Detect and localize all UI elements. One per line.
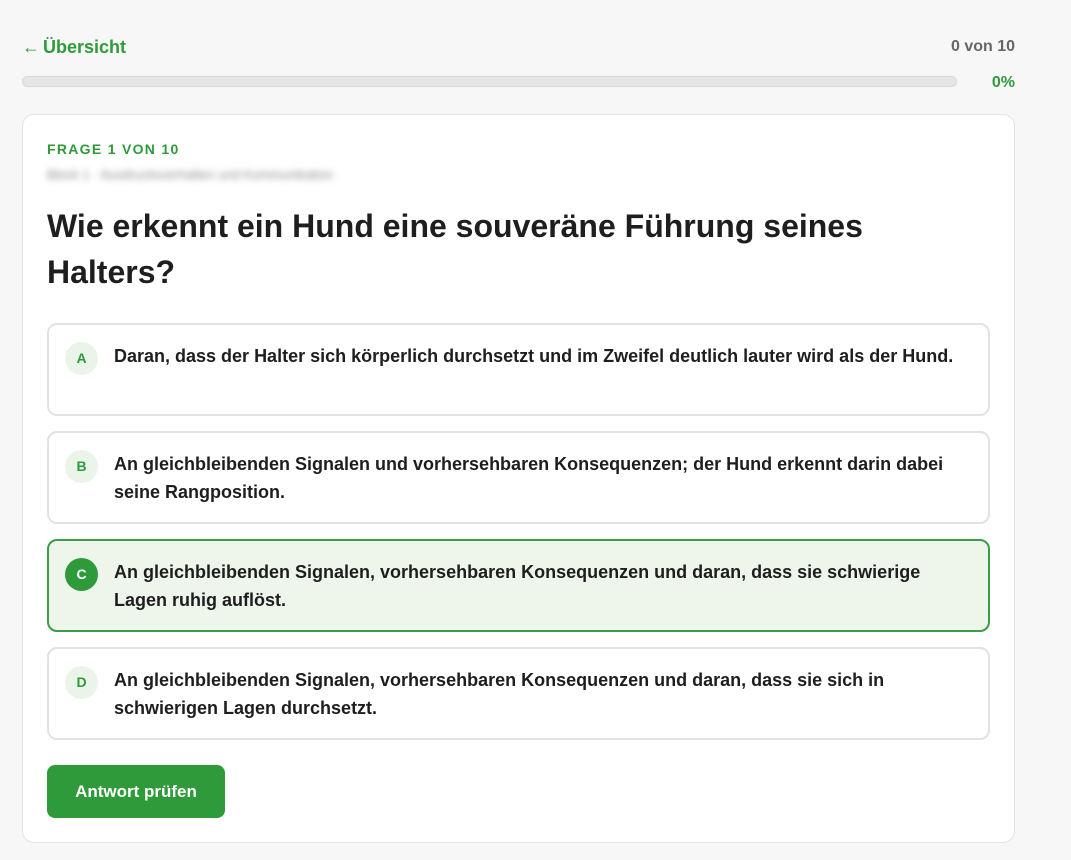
question-category: Block 1 · Ausdrucksverhalten und Kommuni…	[47, 167, 334, 182]
quiz-page: ← Übersicht 0 von 10 0% FRAGE 1 VON 10 Bl…	[0, 0, 1071, 860]
progress-row: 0%	[22, 74, 1015, 94]
back-to-overview-link[interactable]: ← Übersicht	[22, 36, 126, 58]
option-text: An gleichbleibenden Signalen, vorhersehb…	[114, 562, 921, 610]
arrow-left-icon: ←	[22, 37, 40, 57]
option-letter-badge: C	[65, 558, 98, 591]
top-bar: ← Übersicht 0 von 10	[22, 36, 1015, 60]
progress-percent: 0%	[991, 74, 1015, 91]
option-text: Daran, dass der Halter sich körperlich d…	[114, 346, 954, 366]
question-card: FRAGE 1 VON 10 Block 1 · Ausdrucksverhal…	[22, 114, 1015, 843]
check-answer-button[interactable]: Antwort prüfen	[47, 765, 225, 818]
option-letter-badge: D	[65, 666, 98, 699]
question-text: Wie erkennt ein Hund eine souveräne Führ…	[47, 208, 863, 290]
progress-bar	[22, 76, 957, 87]
option-text: An gleichbleibenden Signalen, vorhersehb…	[114, 670, 885, 718]
answer-option-c[interactable]: C An gleichbleibenden Signalen, vorherse…	[47, 539, 990, 632]
question-number: FRAGE 1 VON 10	[47, 141, 180, 157]
answer-option-a[interactable]: A Daran, dass der Halter sich körperlich…	[47, 323, 990, 416]
option-letter-badge: A	[65, 342, 98, 375]
option-text: An gleichbleibenden Signalen und vorhers…	[114, 454, 944, 502]
answer-option-d[interactable]: D An gleichbleibenden Signalen, vorherse…	[47, 647, 990, 740]
option-letter-badge: B	[65, 450, 98, 483]
answer-option-b[interactable]: B An gleichbleibenden Signalen und vorhe…	[47, 431, 990, 524]
answer-options: A Daran, dass der Halter sich körperlich…	[47, 323, 990, 755]
question-counter: 0 von 10	[950, 38, 1015, 55]
back-link-label: Übersicht	[43, 37, 127, 57]
